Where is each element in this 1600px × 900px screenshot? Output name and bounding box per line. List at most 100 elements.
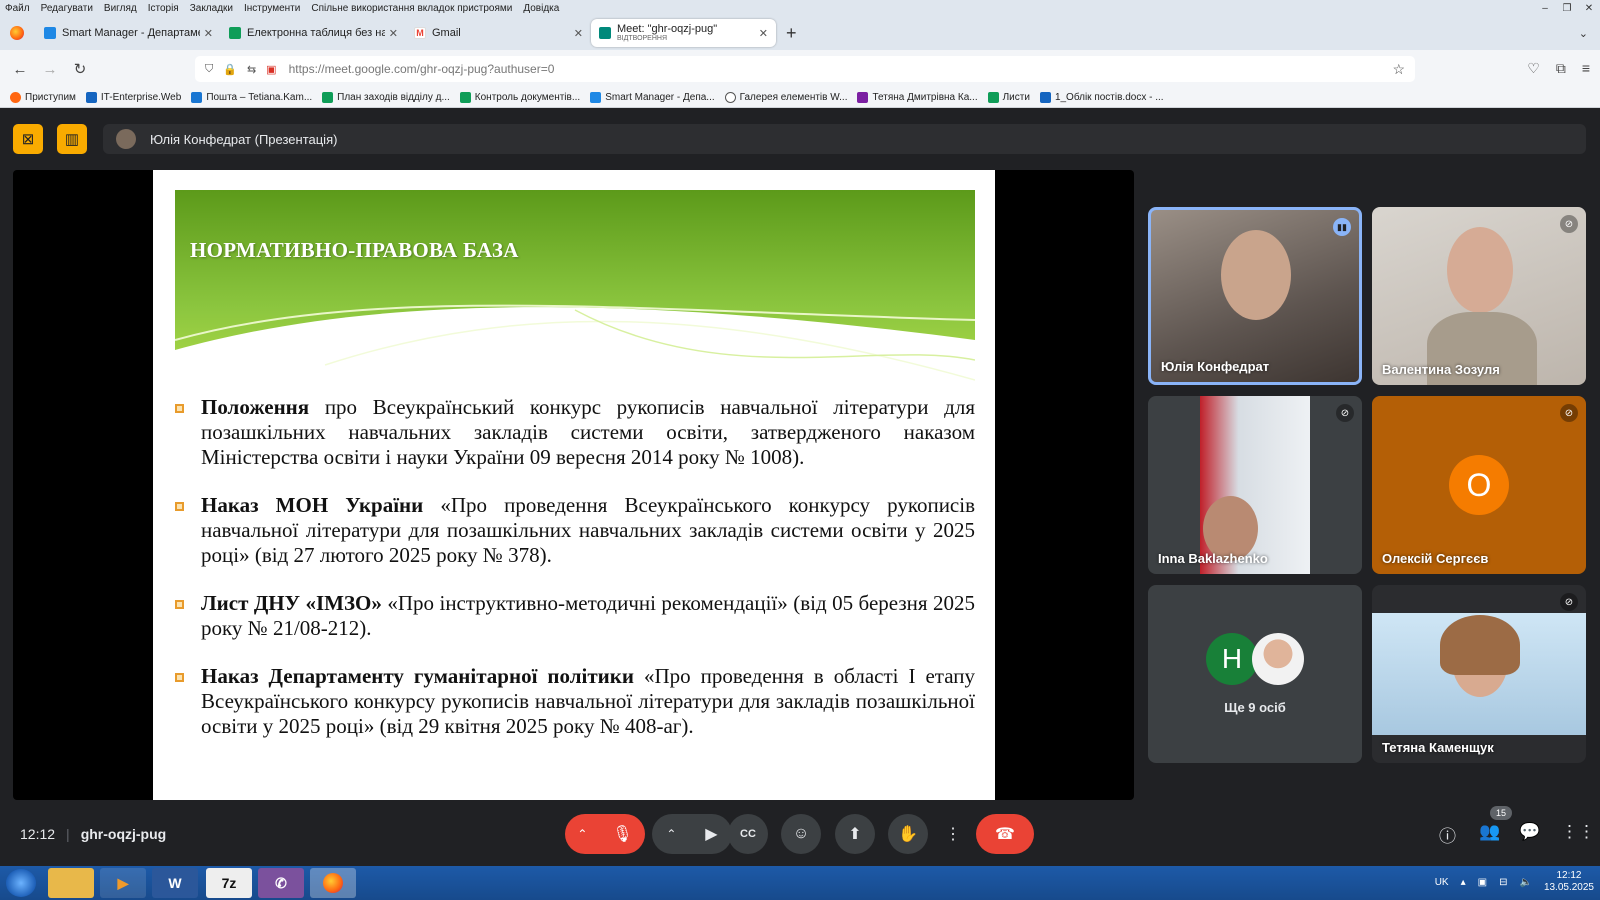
start-icon[interactable] (6, 869, 36, 897)
presenter-bar[interactable]: Юлія Конфедрат (Презентація) (103, 124, 1586, 154)
layout-icon[interactable]: ▥ (57, 124, 87, 154)
globe-icon (724, 92, 736, 103)
firefox-taskbar-icon[interactable] (310, 868, 356, 898)
mic-control[interactable]: ⌃ 🎙 (565, 814, 645, 854)
clock[interactable]: 12:12 13.05.2025 (1544, 870, 1594, 894)
system-tray: UK ▴ ▣ ⊟ 🔈 12:12 13.05.2025 (1435, 870, 1594, 894)
tab-meet[interactable]: Meet: "ghr-oqzj-pug" ВІДТВОРЕННЯ ✕ (591, 19, 776, 47)
activities-grid-icon[interactable]: ⋮⋮ (1561, 822, 1595, 842)
reload-icon[interactable]: ↻ (65, 60, 95, 78)
permissions-icon[interactable]: ⇆ (247, 63, 256, 76)
tab-label: Електронна таблиця без назви (247, 27, 385, 39)
maximize-button[interactable]: ❐ (1556, 3, 1578, 14)
extensions-icon[interactable]: ⧉ (1556, 60, 1566, 77)
slide-bullet: Наказ Департаменту гуманітарної політики… (175, 664, 975, 739)
bookmark-star-icon[interactable]: ☆ (1392, 61, 1405, 78)
present-button[interactable]: ⬆ (835, 814, 875, 854)
bookmark-item[interactable]: Тетяна Дмитрівна Ка... (857, 92, 978, 103)
viber-icon[interactable]: ✆ (258, 868, 304, 898)
participant-tile[interactable]: ⊘ Inna Baklazhenko (1148, 396, 1362, 574)
file-explorer-icon[interactable] (48, 868, 94, 898)
shield-icon[interactable]: ⛉ (205, 63, 213, 76)
close-window-button[interactable]: ✕ (1578, 3, 1600, 14)
stop-presenting-icon[interactable]: ⊠ (13, 124, 43, 154)
close-tab-icon[interactable]: ✕ (389, 27, 398, 40)
tray-chevron-icon[interactable]: ▴ (1461, 877, 1466, 888)
bookmark-item[interactable]: План заходів відділу д... (322, 92, 450, 103)
camera-control[interactable]: ⌃ ▶ (652, 814, 732, 854)
tray-meet-icon[interactable]: ▣ (1478, 877, 1487, 888)
7zip-icon[interactable]: 7z (206, 868, 252, 898)
menu-file[interactable]: Файл (0, 3, 36, 14)
bookmark-item[interactable]: Контроль документів... (459, 92, 580, 103)
firefox-icon[interactable] (10, 26, 24, 40)
close-tab-icon[interactable]: ✕ (574, 27, 583, 40)
tab-spreadsheet[interactable]: Електронна таблиця без назви ✕ (221, 19, 406, 47)
meeting-details-icon[interactable]: ⓘ (1439, 822, 1456, 847)
speaking-indicator-icon: ▮▮ (1333, 218, 1351, 236)
menu-history[interactable]: Історія (143, 3, 185, 14)
word-icon[interactable]: W (152, 868, 198, 898)
participant-tile[interactable]: ▮▮ Юлія Конфедрат (1148, 207, 1362, 385)
menu-tab-sharing[interactable]: Спільне використання вкладок пристроями (306, 3, 518, 14)
bookmark-item[interactable]: Приступим (10, 92, 76, 103)
camera-icon[interactable]: ▶ (705, 824, 717, 844)
tab-smart-manager[interactable]: Smart Manager - Департамент ✕ (36, 19, 221, 47)
people-icon[interactable]: 👥 (1479, 822, 1500, 842)
mic-off-icon[interactable]: 🎙 (612, 824, 632, 844)
more-participants-tile[interactable]: Н Ще 9 осіб (1148, 585, 1362, 763)
captions-button[interactable]: CC (728, 814, 768, 854)
participant-tile[interactable]: ⊘ Валентина Зозуля (1372, 207, 1586, 385)
slide-body: Положення про Всеукраїнський конкурс рук… (175, 395, 975, 762)
minimize-button[interactable]: – (1534, 3, 1556, 14)
close-tab-icon[interactable]: ✕ (759, 27, 768, 40)
network-icon[interactable]: ⊟ (1499, 877, 1507, 888)
menu-icon[interactable]: ≡ (1582, 60, 1590, 77)
menu-help[interactable]: Довідка (518, 3, 565, 14)
meet-header: ⊠ ▥ Юлія Конфедрат (Презентація) (0, 108, 1600, 166)
menu-bookmarks[interactable]: Закладки (185, 3, 239, 14)
menu-tools[interactable]: Інструменти (239, 3, 306, 14)
mic-off-icon: ⊘ (1336, 404, 1354, 422)
back-icon[interactable]: ← (5, 61, 35, 78)
mic-off-icon: ⊘ (1560, 215, 1578, 233)
pocket-icon[interactable]: ♡ (1527, 60, 1540, 77)
forward-icon[interactable]: → (35, 61, 65, 78)
bookmark-item[interactable]: Галерея елементів W... (724, 92, 847, 103)
participant-tile[interactable]: ⊘ Тетяна Каменщук (1372, 585, 1586, 763)
bookmark-item[interactable]: Листи (987, 92, 1030, 103)
leave-call-button[interactable]: ☎ (976, 814, 1034, 854)
volume-icon[interactable]: 🔈 (1519, 877, 1531, 888)
avatar-initial: О (1449, 455, 1509, 515)
menu-edit[interactable]: Редагувати (36, 3, 99, 14)
participant-tile[interactable]: О ⊘ Олексій Сергєєв (1372, 396, 1586, 574)
more-options-button[interactable]: ⋮ (941, 814, 965, 854)
list-tabs-icon[interactable]: ⌄ (1579, 27, 1588, 40)
tab-gmail[interactable]: M Gmail ✕ (406, 19, 591, 47)
bookmark-item[interactable]: IT-Enterprise.Web (85, 92, 182, 103)
media-player-icon[interactable]: ▶ (100, 868, 146, 898)
bookmark-item[interactable]: Пошта – Tetiana.Kam... (191, 92, 312, 103)
camera-sharing-icon[interactable]: ▣ (266, 63, 276, 76)
clock-time: 12:12 (1556, 870, 1582, 881)
close-tab-icon[interactable]: ✕ (204, 27, 213, 40)
address-bar[interactable]: ⛉ 🔒 ⇆ ▣ https://meet.google.com/ghr-oqzj… (195, 56, 1415, 82)
raise-hand-button[interactable]: ✋ (888, 814, 928, 854)
bookmark-item[interactable]: 1_Облік постів.docx - ... (1039, 92, 1164, 103)
lock-icon[interactable]: 🔒 (223, 63, 237, 76)
language-indicator[interactable]: UK (1435, 877, 1449, 888)
bookmark-item[interactable]: Smart Manager - Депа... (590, 92, 715, 103)
emoji-icon: ☺ (792, 825, 810, 842)
camera-options-chevron-icon[interactable]: ⌃ (666, 827, 676, 841)
participant-name: Inna Baklazhenko (1158, 551, 1268, 566)
url-text[interactable]: https://meet.google.com/ghr-oqzj-pug?aut… (289, 62, 555, 76)
reactions-button[interactable]: ☺ (781, 814, 821, 854)
menu-view[interactable]: Вигляд (99, 3, 143, 14)
new-tab-icon[interactable]: + (786, 23, 797, 44)
bookmark-label: IT-Enterprise.Web (100, 92, 182, 103)
slide-title: НОРМАТИВНО-ПРАВОВА БАЗА (190, 238, 519, 262)
chat-icon[interactable]: 💬 (1519, 822, 1540, 842)
mic-options-chevron-icon[interactable]: ⌃ (577, 827, 587, 841)
participant-name: Юлія Конфедрат (1161, 359, 1270, 374)
gmail-icon: M (414, 27, 426, 39)
